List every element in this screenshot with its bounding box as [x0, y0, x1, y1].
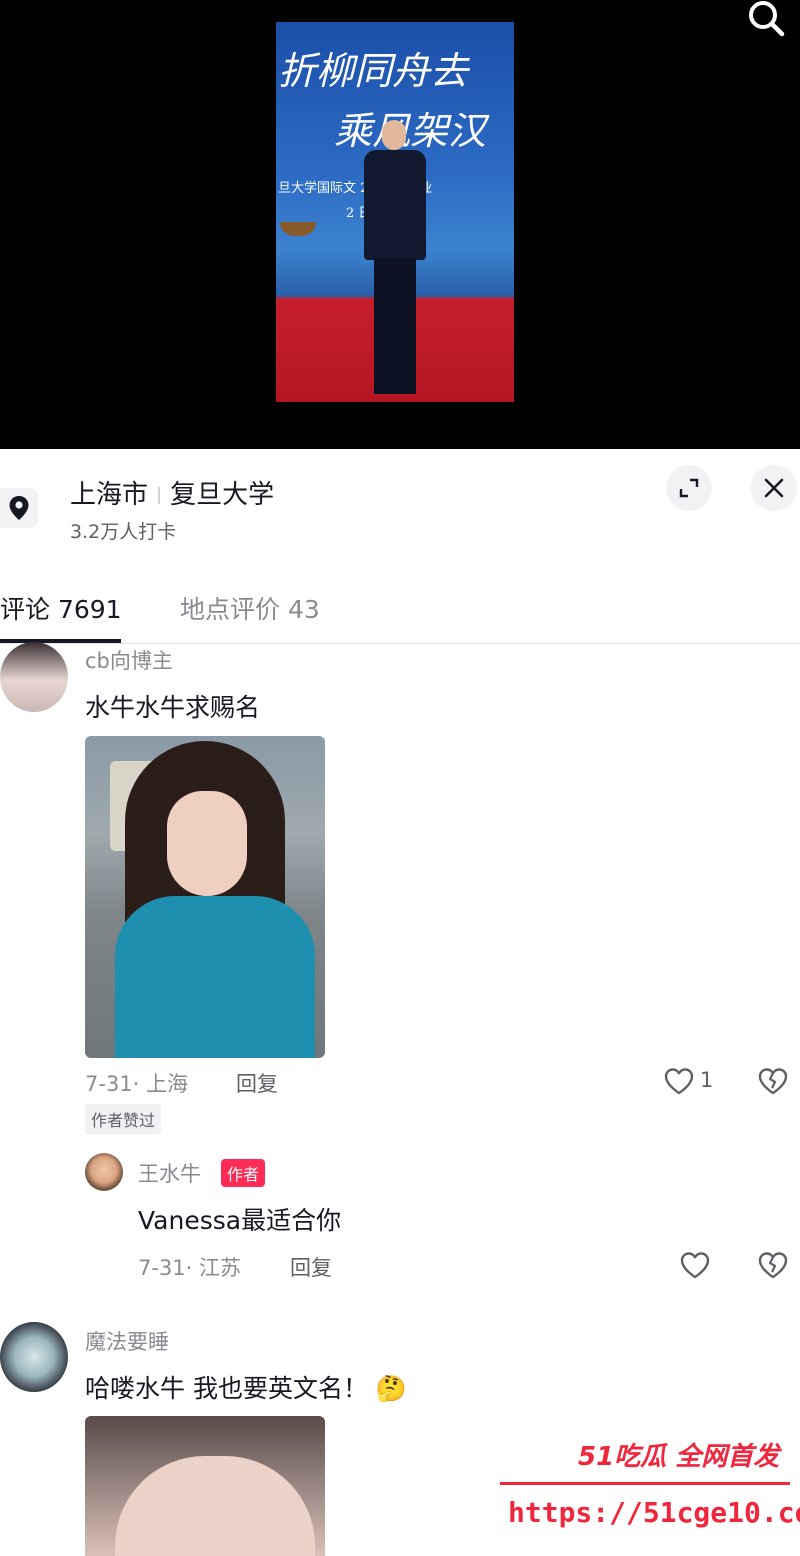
boat-graphic	[280, 222, 316, 236]
comment-username[interactable]: cb向博主	[85, 645, 173, 675]
reply-button[interactable]: 回复	[236, 1068, 278, 1098]
dislike-button[interactable]	[756, 1248, 790, 1282]
comment-date-location: 7-31· 上海	[85, 1072, 189, 1096]
video-player[interactable]: 折柳同舟去 乘风架汉 旦大学国际文 2026届毕业 2 日	[0, 0, 800, 449]
avatar[interactable]	[0, 642, 68, 712]
title-divider: |	[156, 484, 163, 505]
tab-place-reviews[interactable]: 地点评价 43	[180, 590, 320, 626]
location-city: 上海市	[70, 480, 149, 510]
reply-username[interactable]: 王水牛	[138, 1158, 201, 1188]
author-liked-badge: 作者赞过	[85, 1104, 162, 1134]
avatar[interactable]	[85, 1153, 123, 1191]
heart-icon	[680, 1252, 710, 1279]
comment-image[interactable]	[85, 736, 325, 1058]
video-frame: 折柳同舟去 乘风架汉 旦大学国际文 2026届毕业 2 日	[276, 22, 514, 402]
close-button[interactable]	[751, 465, 797, 511]
location-pin-icon	[9, 496, 29, 520]
location-title[interactable]: 上海市 | 复旦大学	[70, 474, 274, 511]
comment-text: 哈喽水牛 我也要英文名！ 🤔	[85, 1374, 408, 1403]
tabs-divider	[0, 643, 800, 644]
like-count: 1	[700, 1068, 714, 1092]
author-tag: 作者	[221, 1159, 266, 1187]
broken-heart-icon	[758, 1068, 788, 1095]
reply-button[interactable]: 回复	[290, 1252, 332, 1282]
like-button[interactable]	[662, 1064, 696, 1098]
banner-text-1: 折柳同舟去	[278, 49, 469, 93]
search-icon	[749, 1, 785, 37]
location-pin-button[interactable]	[0, 488, 38, 528]
comment-image[interactable]	[85, 1416, 325, 1556]
watermark-url: https://51cge10.com	[508, 1496, 800, 1529]
heart-icon	[664, 1068, 694, 1095]
location-place: 复旦大学	[170, 480, 275, 510]
expand-icon	[679, 478, 699, 498]
watermark-line	[500, 1482, 790, 1485]
thinking-emoji-icon: 🤔	[375, 1374, 408, 1403]
expand-button[interactable]	[666, 465, 712, 511]
comment-username[interactable]: 魔法要睡	[85, 1326, 169, 1356]
speaker-figure	[360, 120, 430, 402]
tab-comments[interactable]: 评论 7691	[0, 590, 122, 626]
dislike-button[interactable]	[756, 1064, 790, 1098]
comment-text: 水牛水牛求赐名	[85, 693, 261, 722]
like-button[interactable]	[678, 1248, 712, 1282]
close-icon	[764, 478, 784, 498]
reply-date-location: 7-31· 江苏	[138, 1256, 242, 1280]
checkin-count: 3.2万人打卡	[70, 521, 177, 543]
reply-text: Vanessa最适合你	[138, 1206, 342, 1235]
search-button[interactable]	[744, 0, 788, 40]
watermark-brand: 51吃瓜 全网首发	[578, 1442, 780, 1472]
broken-heart-icon	[758, 1252, 788, 1279]
avatar[interactable]	[0, 1322, 68, 1392]
